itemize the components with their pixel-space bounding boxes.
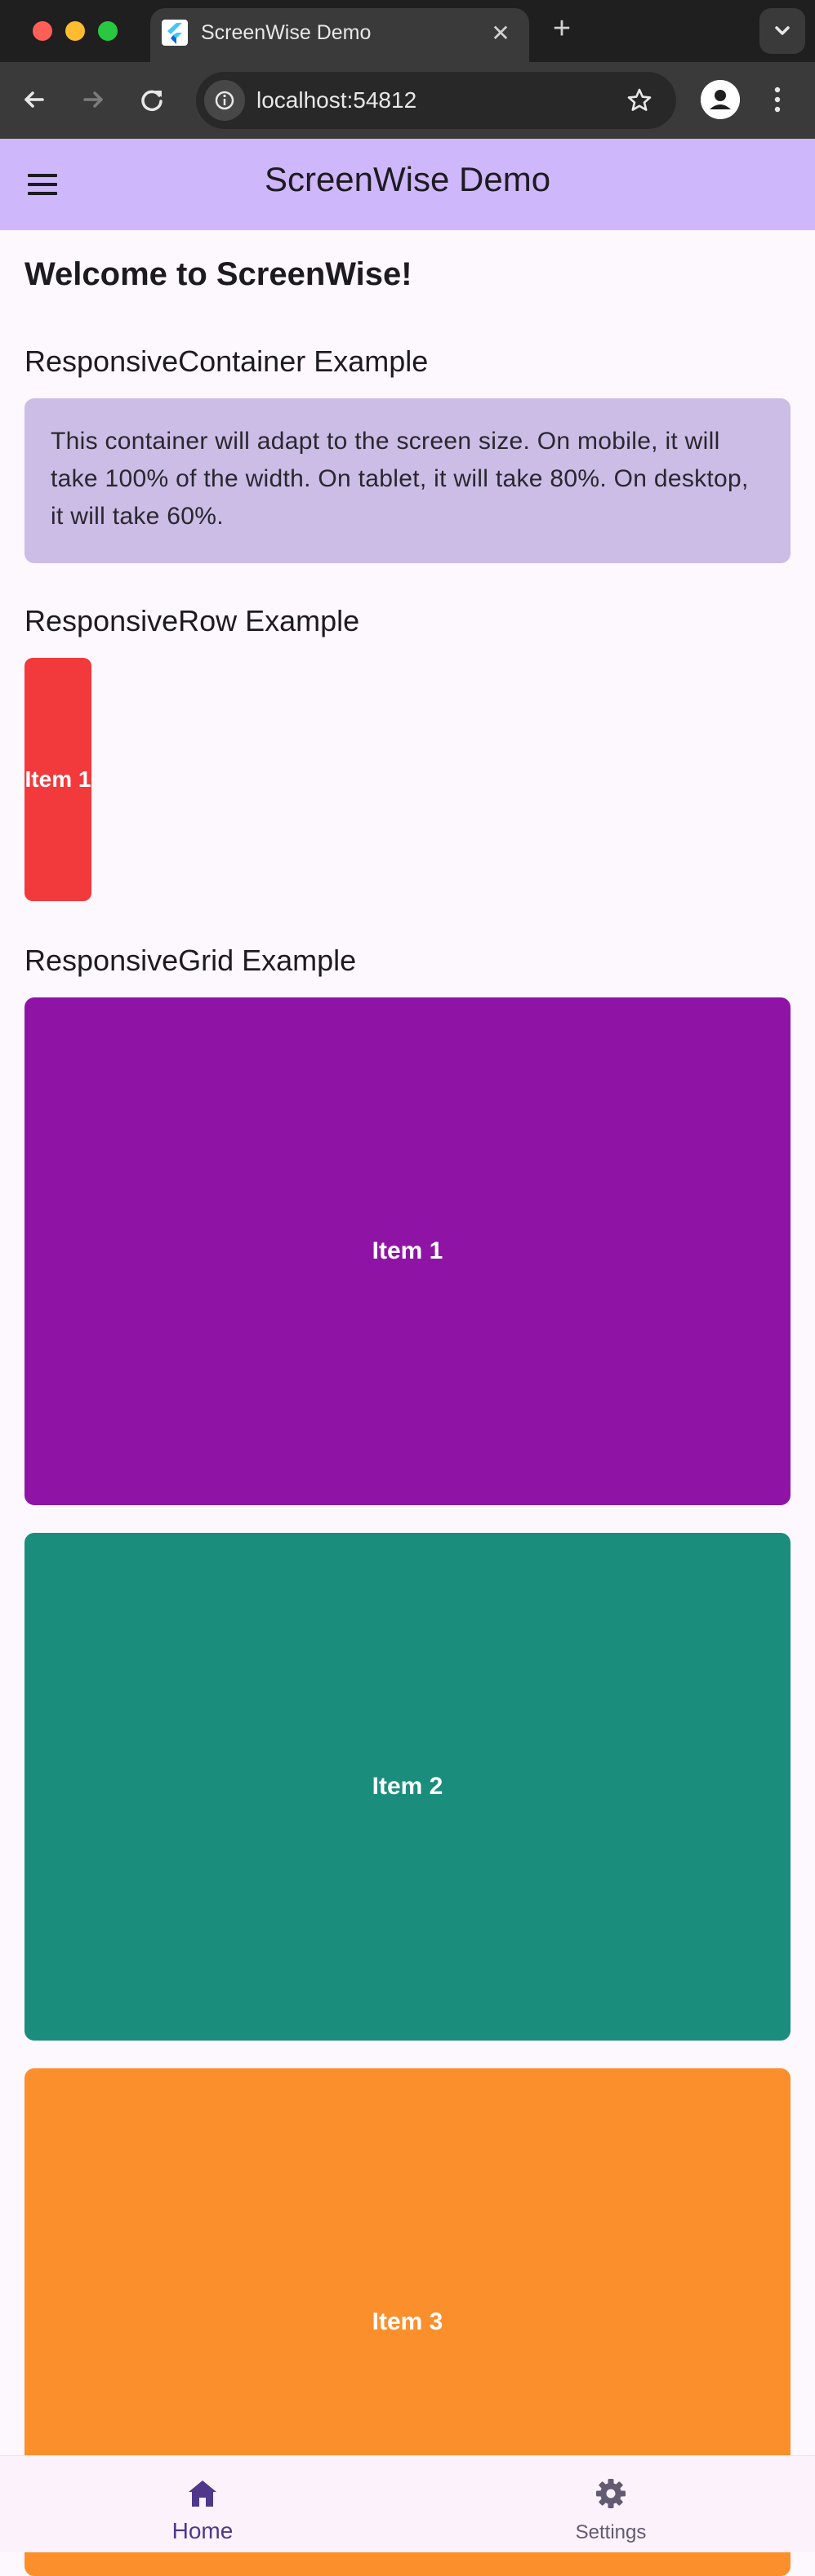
browser-menu-icon[interactable] [761, 80, 794, 119]
responsive-row-heading: ResponsiveRow Example [24, 604, 360, 637]
browser-tab[interactable]: ScreenWise Demo ✕ [150, 8, 529, 62]
grid-item-label: Item 2 [372, 1773, 443, 1800]
row-item-1: Item 1 [24, 658, 91, 901]
tab-search-button[interactable] [759, 8, 805, 54]
nav-item-home[interactable]: Home [96, 2456, 309, 2552]
back-arrow-icon[interactable] [15, 80, 54, 119]
reload-icon[interactable] [132, 80, 171, 119]
responsive-container-box: This container will adapt to the screen … [24, 398, 791, 563]
responsive-grid-heading: ResponsiveGrid Example [24, 944, 357, 977]
grid-item-2: Item 2 [24, 1533, 791, 2041]
url-text[interactable]: localhost:54812 [256, 87, 416, 113]
nav-label-settings: Settings [575, 2521, 647, 2543]
welcome-heading: Welcome to ScreenWise! [24, 256, 412, 292]
close-window-button[interactable] [33, 21, 52, 41]
nav-label-home: Home [171, 2518, 234, 2543]
grid-item-label: Item 3 [372, 2308, 443, 2335]
nav-item-settings[interactable]: Settings [505, 2456, 717, 2552]
browser-tab-strip: ScreenWise Demo ✕ + [0, 0, 815, 62]
maximize-window-button[interactable] [98, 21, 118, 41]
browser-toolbar: localhost:54812 [0, 62, 815, 139]
grid-item-label: Item 1 [372, 1237, 443, 1264]
bookmark-star-icon[interactable] [621, 82, 658, 119]
chevron-down-icon [775, 26, 790, 35]
grid-item-1: Item 1 [24, 997, 791, 1505]
new-tab-icon[interactable]: + [546, 13, 578, 46]
profile-avatar-icon[interactable] [701, 80, 740, 119]
app-bar: ScreenWise Demo [0, 139, 815, 230]
flutter-favicon-icon [162, 20, 188, 46]
gear-icon [595, 2477, 627, 2510]
tab-close-icon[interactable]: ✕ [487, 20, 514, 47]
minimize-window-button[interactable] [65, 21, 85, 41]
home-icon [186, 2477, 219, 2510]
forward-arrow-icon[interactable] [73, 80, 113, 119]
site-info-icon[interactable] [204, 80, 245, 121]
tab-title: ScreenWise Demo [201, 21, 372, 44]
bottom-navigation: Home Settings [0, 2455, 815, 2552]
responsive-container-text: This container will adapt to the screen … [51, 428, 749, 530]
row-item-label: Item 1 [24, 766, 91, 792]
address-bar[interactable]: localhost:54812 [196, 72, 676, 129]
responsive-container-heading: ResponsiveContainer Example [24, 344, 429, 378]
page-title: ScreenWise Demo [264, 160, 551, 198]
